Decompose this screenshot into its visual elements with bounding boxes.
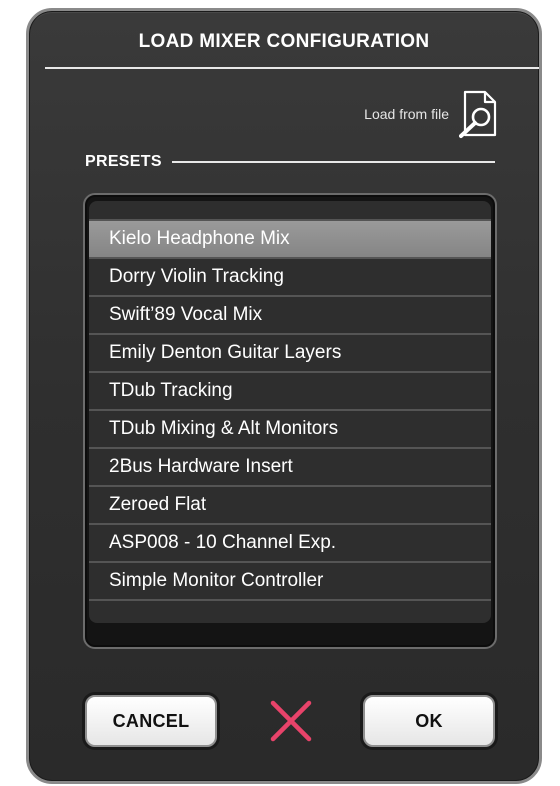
presets-divider [171, 161, 495, 163]
presets-heading: PRESETS [85, 153, 495, 171]
preset-item[interactable]: Dorry Violin Tracking [89, 259, 491, 297]
cancel-button[interactable]: CANCEL [85, 695, 217, 747]
dialog-title: LOAD MIXER CONFIGURATION [138, 31, 430, 52]
x-close-icon[interactable] [267, 697, 315, 745]
load-from-file-button[interactable]: Load from file [364, 89, 499, 139]
preset-item[interactable]: Kielo Headphone Mix [89, 221, 491, 259]
preset-item[interactable]: TDub Mixing & Alt Monitors [89, 411, 491, 449]
ok-button[interactable]: OK [363, 695, 495, 747]
presets-list[interactable]: Kielo Headphone Mix Dorry Violin Tracking… [83, 193, 497, 649]
title-divider [45, 67, 539, 69]
file-search-icon [459, 90, 497, 138]
presets-label: PRESETS [85, 153, 162, 170]
list-bottom-spacer [89, 601, 491, 623]
preset-item[interactable]: 2Bus Hardware Insert [89, 449, 491, 487]
preset-item[interactable]: Zeroed Flat [89, 487, 491, 525]
load-from-file-label: Load from file [364, 106, 449, 122]
preset-item[interactable]: Simple Monitor Controller [89, 563, 491, 601]
list-top-spacer [89, 201, 491, 221]
preset-item[interactable]: TDub Tracking [89, 373, 491, 411]
load-mixer-config-dialog: LOAD MIXER CONFIGURATION Load from file … [26, 8, 542, 784]
preset-item[interactable]: ASP008 - 10 Channel Exp. [89, 525, 491, 563]
preset-item[interactable]: Swift’89 Vocal Mix [89, 297, 491, 335]
preset-item[interactable]: Emily Denton Guitar Layers [89, 335, 491, 373]
